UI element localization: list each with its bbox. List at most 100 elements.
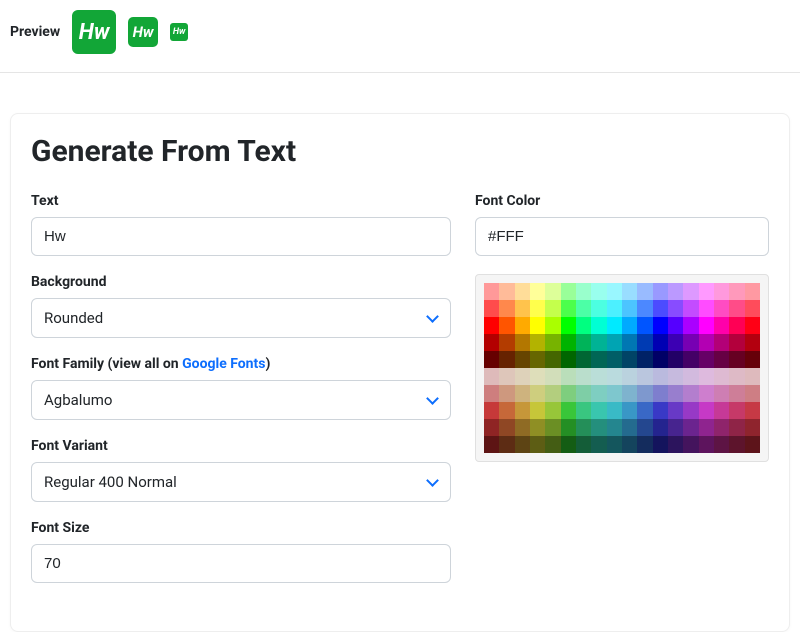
color-swatch[interactable] [745, 368, 760, 385]
color-swatch[interactable] [591, 317, 606, 334]
color-swatch[interactable] [714, 385, 729, 402]
color-swatch[interactable] [745, 283, 760, 300]
color-swatch[interactable] [699, 402, 714, 419]
color-swatch[interactable] [484, 385, 499, 402]
color-swatch[interactable] [699, 368, 714, 385]
color-swatch[interactable] [591, 368, 606, 385]
color-swatch[interactable] [668, 436, 683, 453]
color-swatch[interactable] [683, 317, 698, 334]
color-swatch[interactable] [530, 402, 545, 419]
color-swatch[interactable] [668, 385, 683, 402]
color-swatch[interactable] [714, 419, 729, 436]
color-swatch[interactable] [530, 317, 545, 334]
color-swatch[interactable] [622, 402, 637, 419]
color-swatch[interactable] [729, 283, 744, 300]
color-swatch[interactable] [683, 436, 698, 453]
color-swatch[interactable] [484, 283, 499, 300]
color-swatch[interactable] [699, 419, 714, 436]
font-family-select[interactable]: Agbalumo [31, 380, 451, 420]
color-swatch[interactable] [745, 300, 760, 317]
color-swatch[interactable] [729, 385, 744, 402]
font-size-input[interactable] [31, 544, 451, 583]
text-input[interactable] [31, 217, 451, 256]
color-swatch[interactable] [499, 385, 514, 402]
color-swatch[interactable] [622, 300, 637, 317]
color-swatch[interactable] [530, 300, 545, 317]
color-swatch[interactable] [668, 283, 683, 300]
color-swatch[interactable] [576, 283, 591, 300]
color-swatch[interactable] [530, 368, 545, 385]
color-swatch[interactable] [622, 334, 637, 351]
color-swatch[interactable] [515, 368, 530, 385]
color-swatch[interactable] [683, 419, 698, 436]
color-swatch[interactable] [714, 351, 729, 368]
color-swatch[interactable] [484, 351, 499, 368]
color-swatch[interactable] [515, 402, 530, 419]
color-swatch[interactable] [668, 317, 683, 334]
color-swatch[interactable] [530, 419, 545, 436]
color-swatch[interactable] [545, 283, 560, 300]
color-swatch[interactable] [637, 351, 652, 368]
color-swatch[interactable] [561, 385, 576, 402]
color-swatch[interactable] [683, 402, 698, 419]
color-swatch[interactable] [607, 368, 622, 385]
color-swatch[interactable] [699, 385, 714, 402]
color-swatch[interactable] [576, 402, 591, 419]
color-swatch[interactable] [729, 419, 744, 436]
color-swatch[interactable] [699, 300, 714, 317]
color-swatch[interactable] [653, 385, 668, 402]
color-swatch[interactable] [561, 317, 576, 334]
color-swatch[interactable] [499, 419, 514, 436]
color-swatch[interactable] [637, 300, 652, 317]
color-swatch[interactable] [576, 300, 591, 317]
color-swatch[interactable] [545, 300, 560, 317]
color-swatch[interactable] [591, 436, 606, 453]
color-swatch[interactable] [699, 334, 714, 351]
color-swatch[interactable] [576, 351, 591, 368]
color-swatch[interactable] [561, 402, 576, 419]
color-swatch[interactable] [530, 436, 545, 453]
color-swatch[interactable] [607, 317, 622, 334]
color-swatch[interactable] [530, 334, 545, 351]
color-swatch[interactable] [699, 436, 714, 453]
color-swatch[interactable] [653, 334, 668, 351]
background-select[interactable]: Rounded [31, 298, 451, 338]
color-swatch[interactable] [515, 300, 530, 317]
color-swatch[interactable] [622, 419, 637, 436]
color-swatch[interactable] [484, 334, 499, 351]
color-swatch[interactable] [653, 436, 668, 453]
color-swatch[interactable] [653, 368, 668, 385]
color-swatch[interactable] [515, 334, 530, 351]
color-swatch[interactable] [591, 402, 606, 419]
color-swatch[interactable] [561, 436, 576, 453]
color-swatch[interactable] [561, 419, 576, 436]
color-swatch[interactable] [699, 317, 714, 334]
color-swatch[interactable] [745, 334, 760, 351]
color-swatch[interactable] [622, 317, 637, 334]
color-swatch[interactable] [530, 351, 545, 368]
color-swatch[interactable] [683, 385, 698, 402]
color-swatch[interactable] [607, 283, 622, 300]
color-swatch[interactable] [622, 368, 637, 385]
color-swatch[interactable] [607, 436, 622, 453]
color-swatch[interactable] [745, 317, 760, 334]
color-swatch[interactable] [545, 351, 560, 368]
color-swatch[interactable] [607, 402, 622, 419]
color-swatch[interactable] [729, 436, 744, 453]
color-swatch[interactable] [653, 300, 668, 317]
color-swatch[interactable] [499, 334, 514, 351]
color-swatch[interactable] [683, 300, 698, 317]
color-swatch[interactable] [499, 436, 514, 453]
color-swatch[interactable] [683, 334, 698, 351]
color-swatch[interactable] [576, 419, 591, 436]
color-swatch[interactable] [637, 385, 652, 402]
color-swatch[interactable] [484, 436, 499, 453]
color-swatch[interactable] [653, 419, 668, 436]
color-swatch[interactable] [637, 317, 652, 334]
color-swatch[interactable] [515, 436, 530, 453]
color-swatch[interactable] [745, 351, 760, 368]
color-swatch[interactable] [622, 436, 637, 453]
color-swatch[interactable] [591, 385, 606, 402]
color-swatch[interactable] [499, 283, 514, 300]
color-swatch[interactable] [729, 317, 744, 334]
